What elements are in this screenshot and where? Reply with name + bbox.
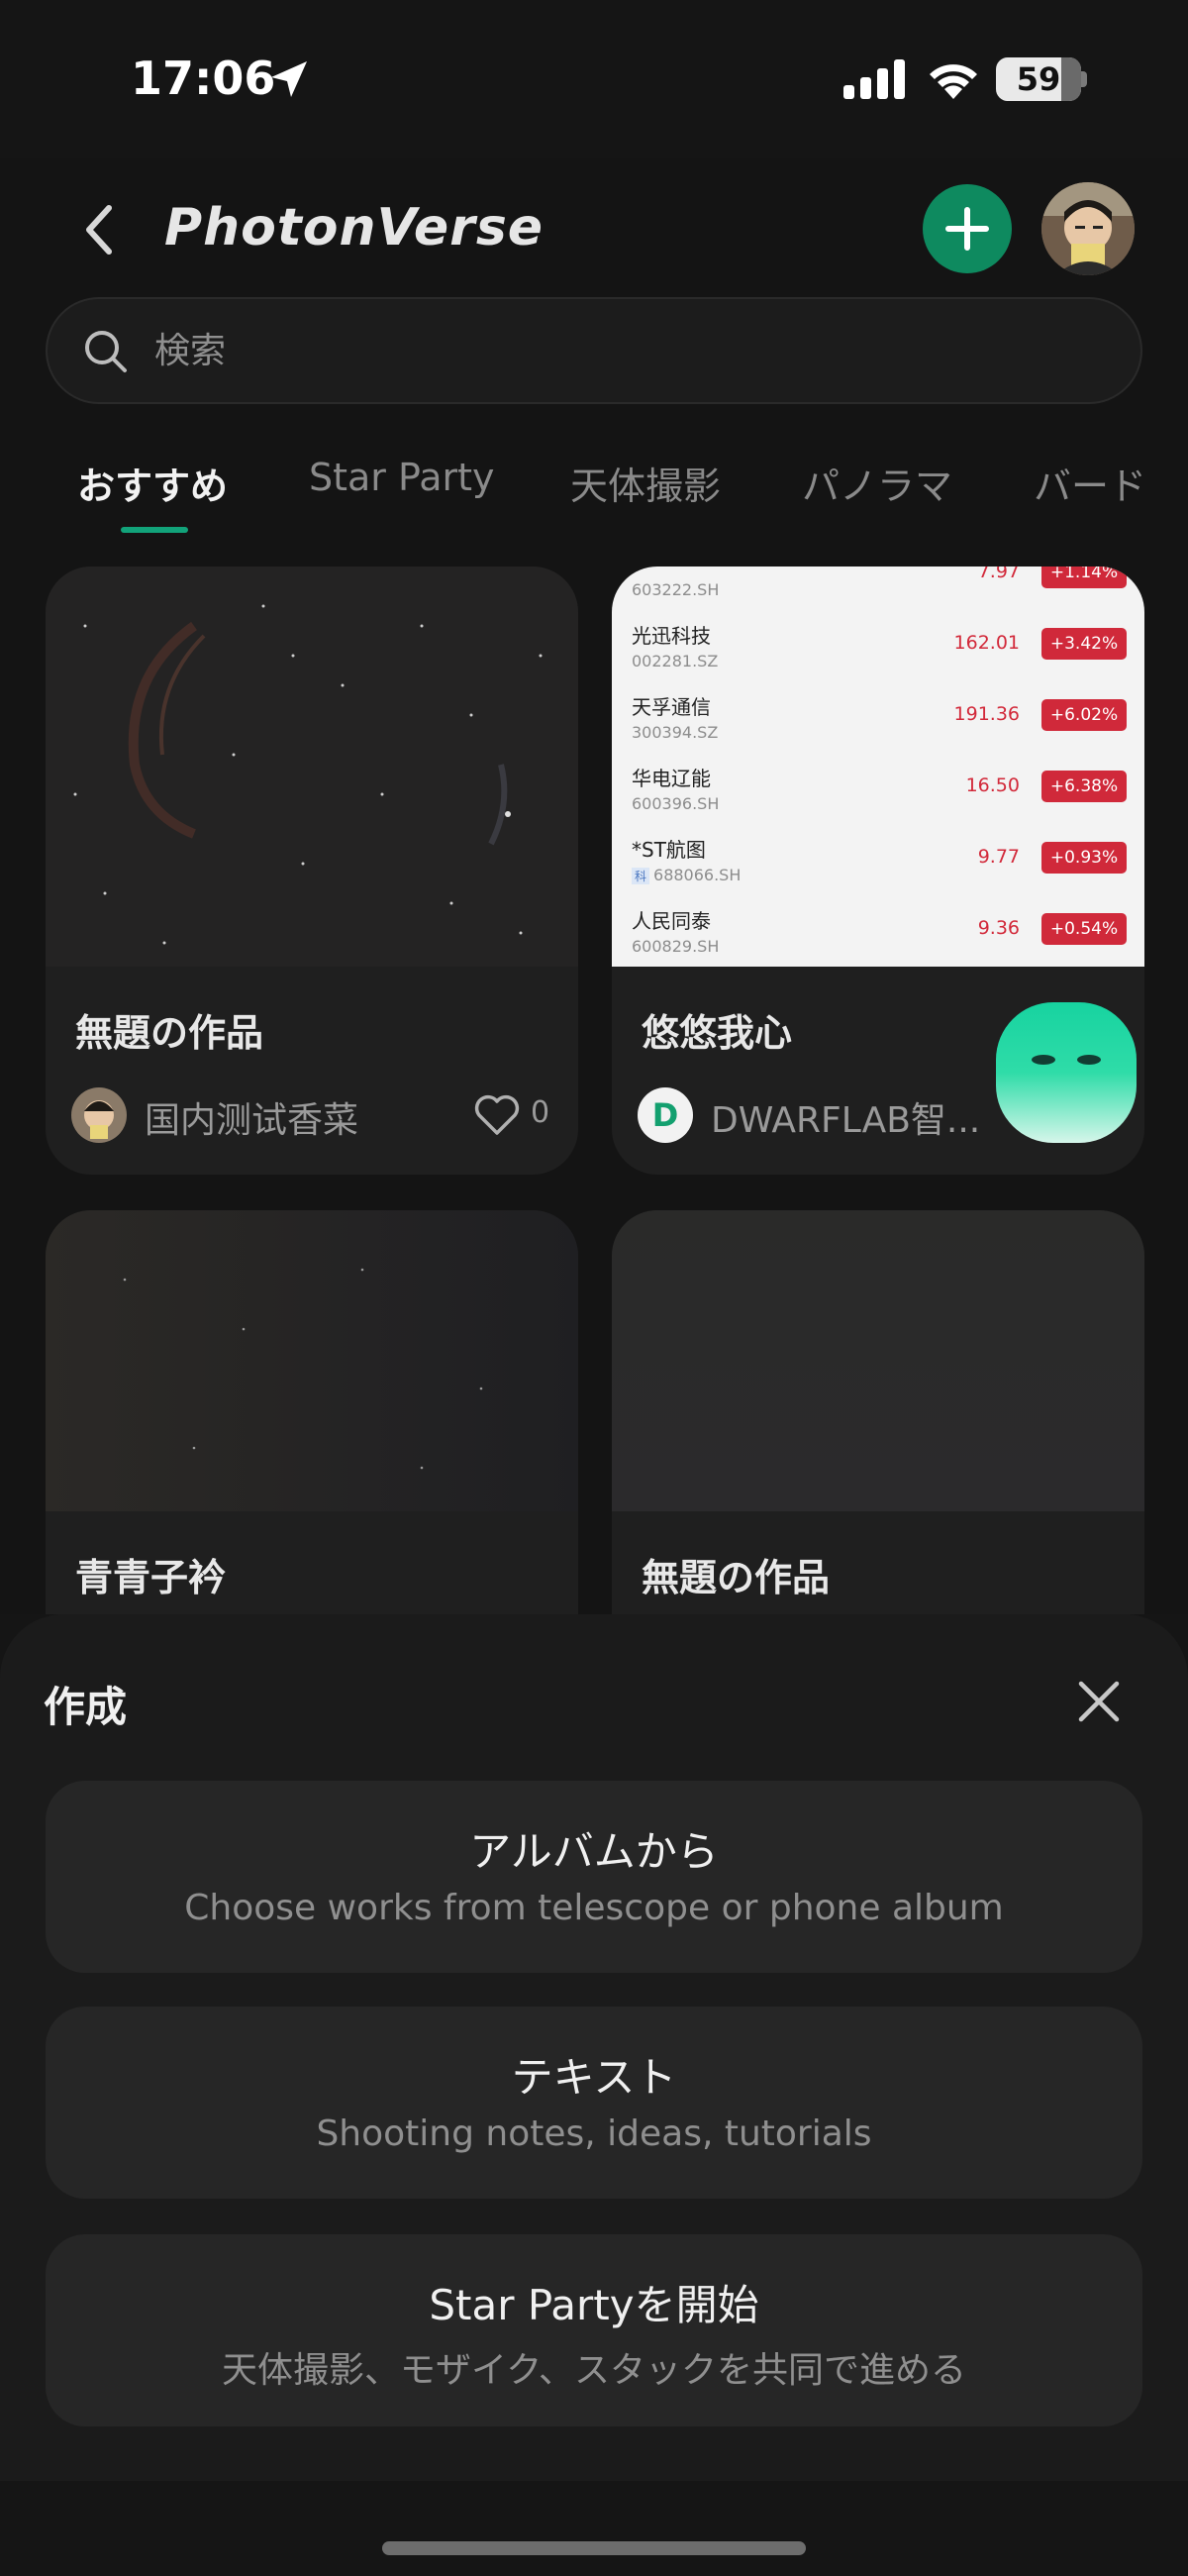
back-chevron-icon[interactable] (79, 200, 123, 259)
tab-recommended[interactable]: おすすめ (77, 456, 228, 510)
night-sky-photo (46, 1210, 578, 1511)
start-star-party-option[interactable]: Star Partyを開始 天体撮影、モザイク、スタックを共同で進める (46, 2234, 1142, 2426)
option-title: Star Partyを開始 (429, 2281, 759, 2329)
feed-card[interactable]: 無題の作品 (612, 1210, 1144, 1666)
stock-screenshot: 603222.SH 7.97 +1.14% 光迅科技 002281.SZ 162… (612, 567, 1144, 967)
search-input[interactable] (154, 323, 1045, 378)
plus-icon (945, 207, 989, 251)
option-subtitle: 天体撮影、モザイク、スタックを共同で進める (221, 2350, 967, 2391)
add-button[interactable] (923, 184, 1012, 273)
card-title: 無題の作品 (75, 1011, 264, 1055)
battery-cap (1081, 71, 1087, 87)
mascot-face-icon (1032, 1055, 1101, 1065)
like-count: 0 (531, 1095, 550, 1130)
tab-astrophotography[interactable]: 天体撮影 (570, 456, 721, 510)
stock-row: 天孚通信 300394.SZ 191.36 +6.02% (612, 687, 1144, 759)
card-title: 青青子衿 (75, 1556, 227, 1599)
stock-row: 光迅科技 002281.SZ 162.01 +3.42% (612, 616, 1144, 687)
night-sky-photo (612, 1210, 1144, 1511)
option-title: アルバムから (469, 1827, 719, 1876)
mascot-assistant-button[interactable] (996, 1002, 1137, 1143)
nebula-photo (46, 567, 578, 967)
app-title: PhotonVerse (164, 198, 544, 258)
feed-card[interactable]: 無題の作品 国内测试香菜 0 (46, 567, 578, 1175)
stock-row: 603222.SH 7.97 +1.14% (612, 567, 1144, 616)
from-album-option[interactable]: アルバムから Choose works from telescope or ph… (46, 1781, 1142, 1973)
status-time: 17:06 (131, 52, 276, 105)
tab-panorama[interactable]: パノラマ (802, 456, 952, 510)
feed-card[interactable]: 青青子衿 (46, 1210, 578, 1666)
tab-star-party[interactable]: Star Party (309, 456, 495, 499)
wifi-icon (930, 64, 977, 99)
option-title: テキスト (511, 2053, 677, 2102)
author-avatar[interactable] (71, 1087, 127, 1143)
battery-icon: 59 (996, 57, 1081, 101)
card-title: 無題の作品 (642, 1556, 831, 1599)
author-name[interactable]: 国内测试香菜 (145, 1091, 442, 1143)
close-icon[interactable] (1075, 1678, 1123, 1725)
cellular-signal-icon (843, 59, 905, 99)
stock-row: *ST航图 科 688066.SH 9.77 +0.93% (612, 830, 1144, 901)
sheet-title: 作成 (44, 1683, 128, 1731)
option-subtitle: Choose works from telescope or phone alb… (184, 1888, 1004, 1928)
stock-row: 华电辽能 600396.SH 16.50 +6.38% (612, 759, 1144, 830)
tab-bird[interactable]: バード (1034, 456, 1146, 510)
search-icon (85, 331, 127, 372)
home-indicator[interactable] (382, 2541, 806, 2555)
stock-row: 人民同泰 600829.SH 9.36 +0.54% (612, 901, 1144, 967)
option-subtitle: Shooting notes, ideas, tutorials (316, 2113, 872, 2154)
user-avatar[interactable] (1041, 182, 1135, 275)
author-name[interactable]: DWARFLAB智... (711, 1091, 1008, 1143)
card-title: 悠悠我心 (642, 1011, 793, 1055)
tab-indicator (121, 527, 188, 533)
heart-icon[interactable] (473, 1093, 521, 1137)
author-avatar[interactable]: D (638, 1087, 693, 1143)
location-arrow-icon (271, 61, 307, 97)
battery-level: 59 (1016, 60, 1061, 98)
text-option[interactable]: テキスト Shooting notes, ideas, tutorials (46, 2007, 1142, 2199)
